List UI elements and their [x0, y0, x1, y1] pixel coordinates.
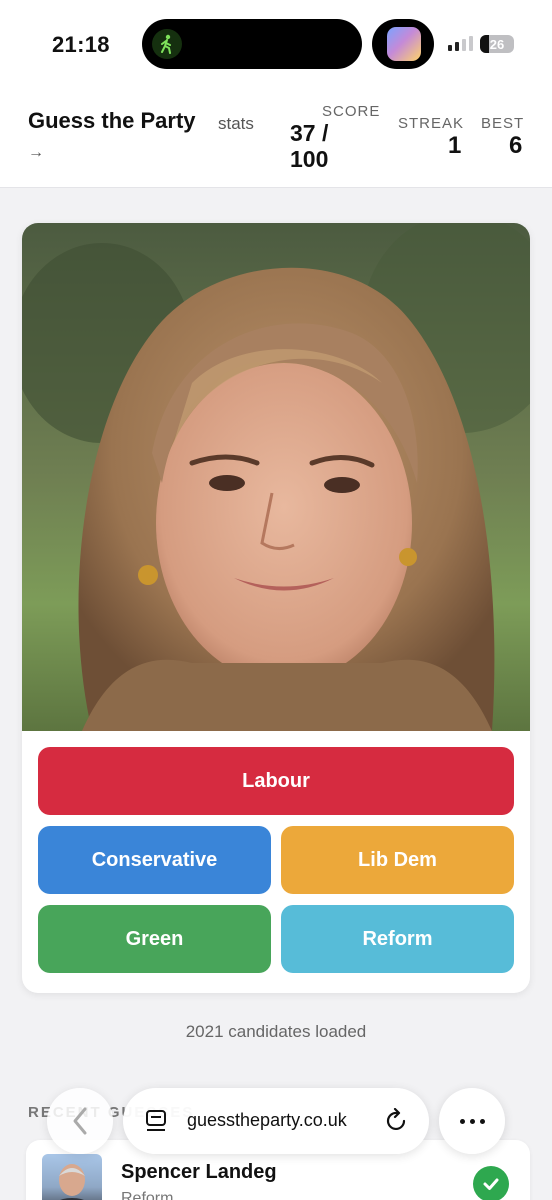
more-dot-icon — [469, 1118, 475, 1124]
best-label: BEST — [481, 115, 525, 132]
live-activity-island[interactable] — [372, 19, 434, 69]
more-dot-icon — [459, 1118, 465, 1124]
url-text[interactable]: guesstheparty.co.uk — [187, 1110, 347, 1131]
streak-label: STREAK — [398, 115, 465, 132]
status-time: 21:18 — [52, 32, 110, 57]
candidates-loaded-text: 2021 candidates loaded — [185, 1022, 367, 1041]
stats-arrow-icon[interactable]: → — [28, 144, 44, 162]
browser-back-button[interactable] — [47, 1088, 113, 1154]
game-card: Labour Conservative Lib Dem Green Reform — [22, 223, 530, 993]
party-button-labour[interactable]: Labour — [38, 747, 514, 815]
best-value: 6 — [509, 132, 523, 159]
streak-value: 1 — [448, 132, 462, 159]
candidate-portrait-photo — [22, 223, 530, 731]
check-icon — [473, 1166, 509, 1200]
recent-guess-name: Spencer Landeg — [121, 1161, 277, 1183]
party-button-green[interactable]: Green — [38, 905, 271, 973]
tabs-icon[interactable] — [145, 1109, 167, 1133]
chevron-left-icon — [73, 1107, 87, 1135]
score-label: SCORE — [322, 103, 381, 120]
walking-activity-icon — [152, 29, 182, 59]
battery-icon: 26 — [480, 35, 514, 53]
party-button-conservative[interactable]: Conservative — [38, 826, 271, 894]
more-dot-icon — [479, 1118, 485, 1124]
dynamic-island[interactable] — [142, 19, 362, 69]
app-thumbnail-icon — [387, 27, 421, 61]
candidate-avatar — [42, 1154, 102, 1200]
party-button-reform[interactable]: Reform — [281, 905, 514, 973]
recent-guess-party: Reform — [121, 1190, 174, 1200]
party-button-lib-dem[interactable]: Lib Dem — [281, 826, 514, 894]
reload-icon[interactable] — [385, 1108, 409, 1134]
battery-level: 26 — [489, 36, 505, 52]
app-header: Guess the Party stats → SCORE 37 / 100 S… — [0, 92, 552, 188]
stats-link[interactable]: stats — [218, 114, 254, 134]
score-value: 37 / 100 — [290, 120, 329, 172]
cellular-signal-icon — [448, 36, 473, 51]
more-options-button[interactable] — [439, 1088, 505, 1154]
address-bar[interactable]: guesstheparty.co.uk — [123, 1088, 429, 1154]
status-bar: 21:18 26 — [0, 0, 552, 92]
app-title: Guess the Party — [28, 108, 196, 133]
